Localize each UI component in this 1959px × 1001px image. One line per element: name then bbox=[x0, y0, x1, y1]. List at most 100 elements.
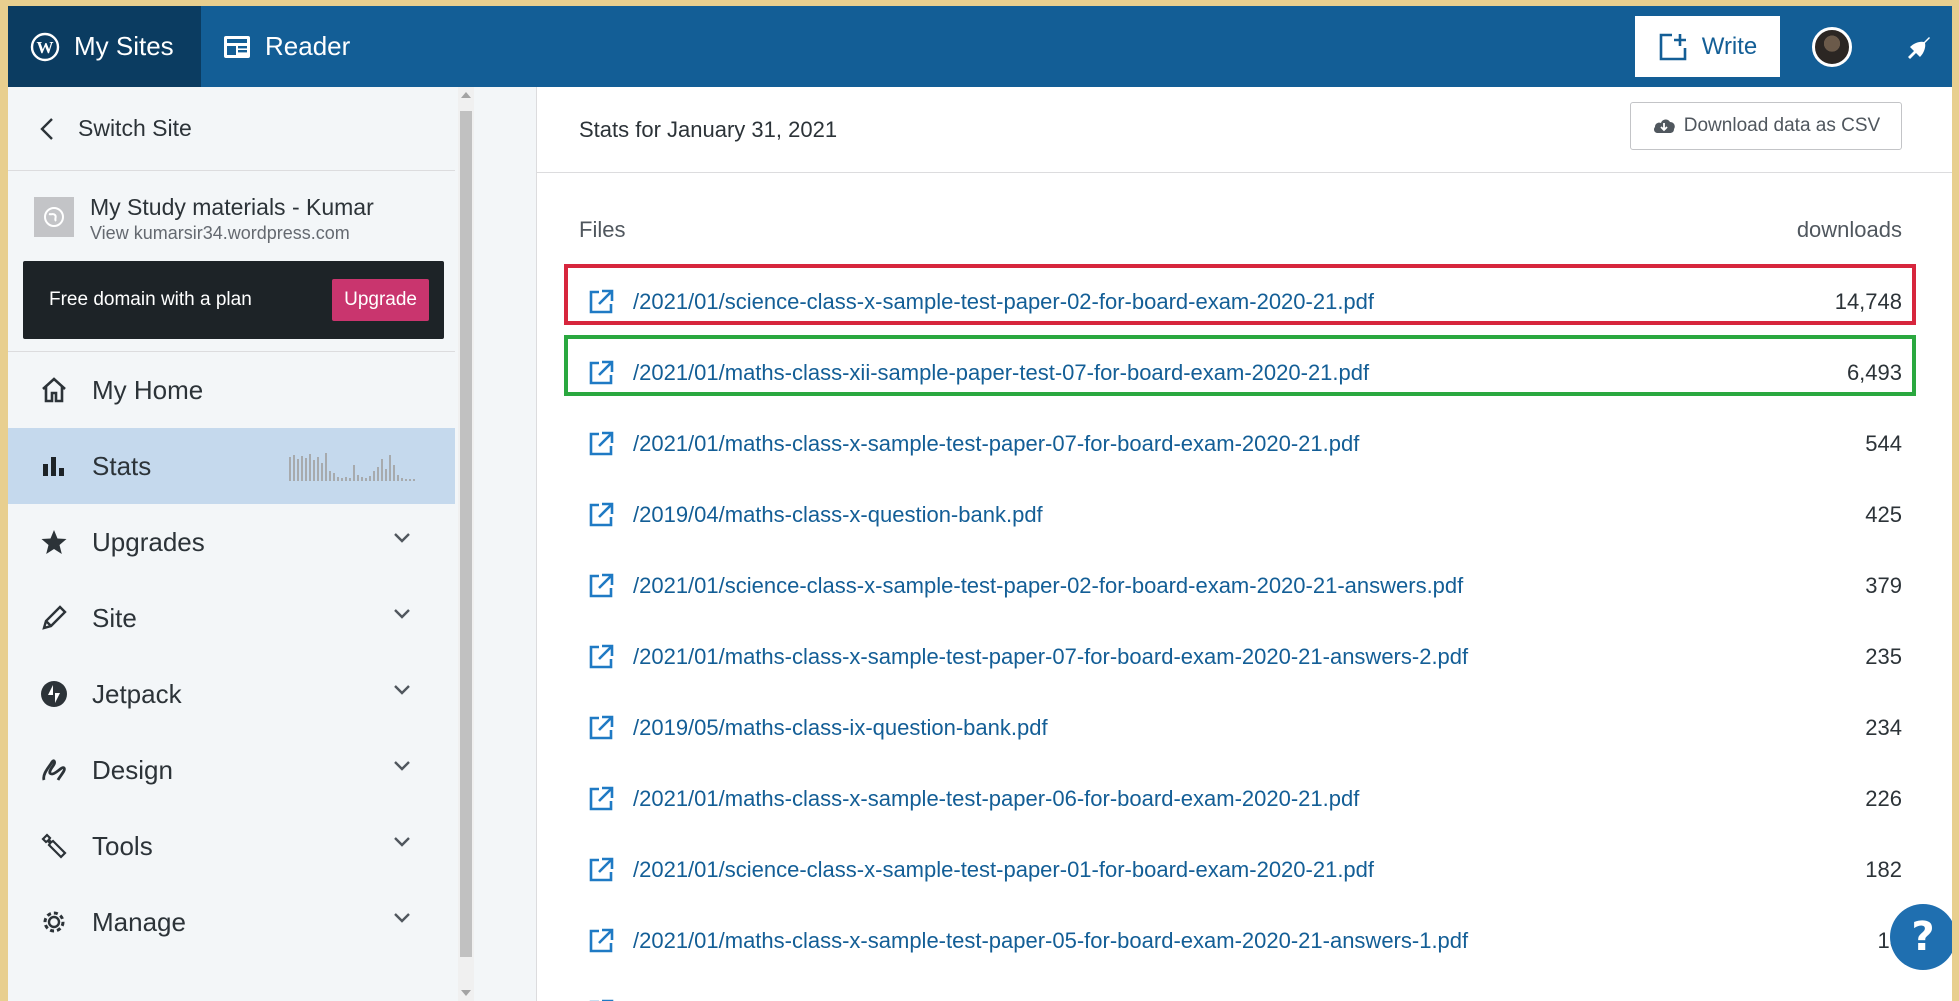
sidebar-item-label: Tools bbox=[92, 830, 153, 861]
chevron-down-icon[interactable] bbox=[393, 836, 411, 848]
avatar[interactable] bbox=[1812, 26, 1852, 67]
external-link-icon[interactable] bbox=[587, 856, 615, 884]
table-row: /2021/01/science-class-x-sample-test-pap… bbox=[537, 552, 1952, 623]
sidebar-item-my-home[interactable]: My Home bbox=[8, 352, 455, 428]
file-link[interactable]: /2021/01/science-class-x-sample-test-pap… bbox=[633, 573, 1463, 599]
chevron-left-icon bbox=[40, 117, 54, 141]
stats-card: Stats for January 31, 2021 Download data… bbox=[536, 87, 1952, 1001]
jetpack-icon bbox=[38, 678, 70, 710]
file-link[interactable]: /2021/01/maths-class-x-sample-test-paper… bbox=[633, 786, 1359, 812]
downloads-column-header: downloads bbox=[1796, 217, 1902, 242]
file-link[interactable]: /2019/04/maths-class-x-question-bank.pdf bbox=[633, 502, 1043, 528]
site-card[interactable]: My Study materials - Kumar View kumarsir… bbox=[8, 171, 455, 261]
download-count: 226 bbox=[1865, 786, 1902, 811]
chevron-down-icon[interactable] bbox=[393, 608, 411, 620]
csv-label: Download data as CSV bbox=[1683, 115, 1881, 136]
stats-icon bbox=[38, 450, 70, 482]
file-link[interactable]: /2021/01/maths-class-x-sample-test-paper… bbox=[633, 431, 1359, 457]
reader-button[interactable]: Reader bbox=[201, 6, 372, 87]
star-icon bbox=[38, 526, 70, 558]
scroll-down-arrow-icon[interactable] bbox=[461, 990, 471, 996]
globe-icon bbox=[34, 197, 74, 237]
write-button[interactable]: Write bbox=[1635, 16, 1780, 77]
gear-icon bbox=[38, 906, 70, 938]
external-link-icon[interactable] bbox=[587, 714, 615, 742]
chevron-down-icon[interactable] bbox=[393, 532, 411, 544]
download-count: 18 bbox=[1742, 928, 1902, 954]
svg-text:W: W bbox=[37, 38, 54, 57]
reader-label: Reader bbox=[265, 31, 351, 61]
sidebar-item-label: Manage bbox=[92, 906, 186, 937]
chevron-down-icon[interactable] bbox=[393, 684, 411, 696]
file-link[interactable]: /2021/01/science-class-x-sample-test-pap… bbox=[633, 857, 1374, 883]
wordpress-icon: W bbox=[30, 32, 60, 62]
sidebar-item-jetpack[interactable]: Jetpack bbox=[8, 656, 455, 732]
free-domain-banner[interactable]: Free domain with a plan Upgrade bbox=[23, 261, 444, 339]
external-link-icon[interactable] bbox=[587, 430, 615, 458]
chevron-down-icon[interactable] bbox=[393, 760, 411, 772]
download-csv-button[interactable]: Download data as CSV bbox=[1630, 102, 1902, 150]
stats-title: Stats for January 31, 2021 bbox=[579, 116, 838, 142]
sidebar-scrollbar[interactable] bbox=[458, 87, 474, 1001]
table-row: /2021/01/maths-class-x-sample-test-paper… bbox=[537, 410, 1952, 481]
sidebar: Switch Site My Study materials - Kumar V… bbox=[8, 87, 455, 1001]
table-row: /2021/01/science-class-x-sample-test-pap… bbox=[537, 836, 1952, 907]
my-sites-button[interactable]: W My Sites bbox=[8, 6, 201, 87]
file-link[interactable]: /2019/05/maths-class-ix-question-bank.pd… bbox=[633, 715, 1048, 741]
external-link-icon[interactable] bbox=[587, 643, 615, 671]
external-link-icon[interactable] bbox=[587, 785, 615, 813]
file-link[interactable]: /2021/01/maths-class-x-sample-test-paper… bbox=[633, 644, 1468, 670]
table-row: /2019/04/maths-class-x-question-bank.pdf… bbox=[537, 481, 1952, 552]
download-count: 182 bbox=[1865, 857, 1902, 882]
write-label: Write bbox=[1701, 32, 1758, 60]
download-count: 234 bbox=[1865, 715, 1902, 740]
sidebar-item-tools[interactable]: Tools bbox=[8, 808, 455, 884]
site-name: My Study materials - Kumar bbox=[90, 194, 374, 220]
sidebar-item-label: Jetpack bbox=[92, 678, 182, 709]
external-link-icon[interactable] bbox=[587, 927, 615, 955]
home-icon bbox=[38, 374, 70, 406]
app-frame: W My Sites Reader Write Switch Site My S… bbox=[8, 6, 1952, 1001]
scroll-up-arrow-icon[interactable] bbox=[461, 92, 471, 98]
sidebar-item-manage[interactable]: Manage bbox=[8, 884, 455, 960]
chevron-down-icon[interactable] bbox=[393, 912, 411, 924]
site-url[interactable]: View kumarsir34.wordpress.com bbox=[90, 221, 374, 245]
files-column-header: Files bbox=[579, 217, 626, 242]
sidebar-item-stats[interactable]: Stats bbox=[8, 428, 455, 504]
table-row: /2019/05/maths-class-ix-question-bank.pd… bbox=[537, 694, 1952, 765]
sidebar-item-label: My Home bbox=[92, 374, 204, 405]
design-icon bbox=[38, 754, 70, 786]
reader-icon bbox=[223, 35, 251, 59]
download-count: 379 bbox=[1865, 573, 1902, 598]
card-header: Stats for January 31, 2021 Download data… bbox=[537, 87, 1952, 173]
table-row: /2020/12/maths-class-x-sample-test-paper… bbox=[537, 978, 1952, 1001]
cloud-download-icon bbox=[1652, 117, 1676, 135]
sidebar-item-label: Site bbox=[92, 602, 137, 633]
switch-site-button[interactable]: Switch Site bbox=[8, 87, 455, 171]
sidebar-item-upgrades[interactable]: Upgrades bbox=[8, 504, 455, 580]
switch-site-label: Switch Site bbox=[78, 115, 192, 141]
sidebar-item-site[interactable]: Site bbox=[8, 580, 455, 656]
scroll-thumb[interactable] bbox=[460, 111, 472, 957]
download-count: 235 bbox=[1865, 644, 1902, 669]
domain-text: Free domain with a plan bbox=[49, 289, 252, 310]
table-row: /2021/01/maths-class-x-sample-test-paper… bbox=[537, 623, 1952, 694]
sidebar-nav: My Home Stats Upgrades Site Jetpack Desi… bbox=[8, 351, 455, 960]
my-sites-label: My Sites bbox=[74, 31, 174, 61]
download-count: 544 bbox=[1865, 431, 1902, 456]
sidebar-item-label: Design bbox=[92, 754, 173, 785]
external-link-icon[interactable] bbox=[587, 572, 615, 600]
download-count: 425 bbox=[1865, 502, 1902, 527]
upgrade-button[interactable]: Upgrade bbox=[332, 279, 429, 321]
highlight-box-red bbox=[564, 264, 1916, 325]
external-link-icon[interactable] bbox=[587, 501, 615, 529]
table-row: /2021/01/maths-class-x-sample-test-paper… bbox=[537, 765, 1952, 836]
file-link[interactable]: /2021/01/maths-class-x-sample-test-paper… bbox=[633, 928, 1468, 954]
highlight-box-green bbox=[564, 335, 1916, 396]
stats-sparkline bbox=[285, 451, 425, 481]
sidebar-item-design[interactable]: Design bbox=[8, 732, 455, 808]
notifications-icon[interactable] bbox=[1904, 33, 1932, 61]
help-label: ? bbox=[1911, 914, 1935, 960]
help-button[interactable]: ? bbox=[1890, 904, 1952, 970]
table-row: /2021/01/maths-class-x-sample-test-paper… bbox=[537, 907, 1952, 978]
